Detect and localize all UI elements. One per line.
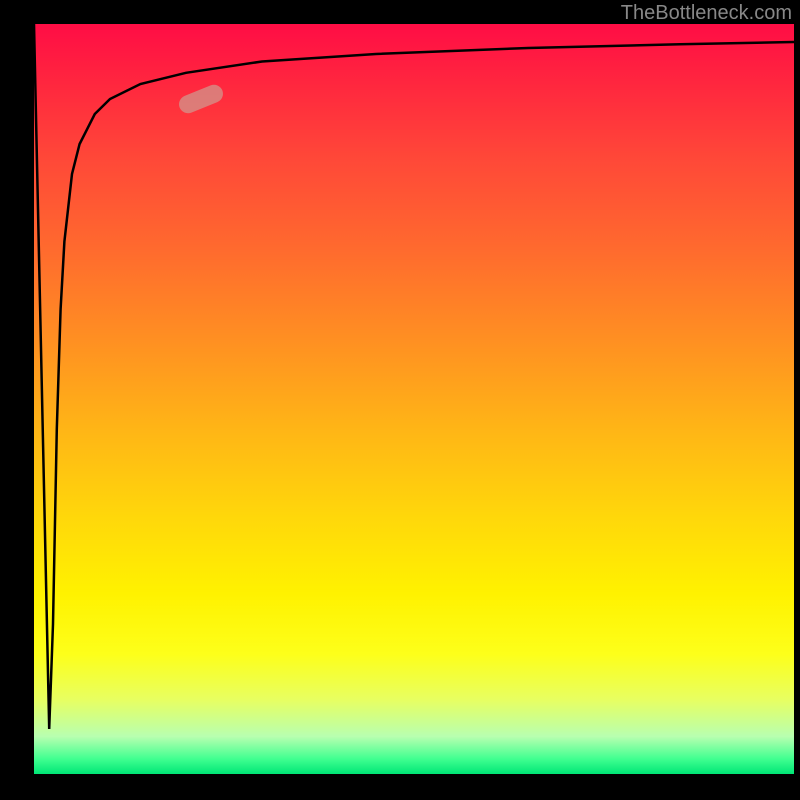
watermark-text: TheBottleneck.com (621, 2, 792, 25)
chart-curve (34, 24, 794, 774)
